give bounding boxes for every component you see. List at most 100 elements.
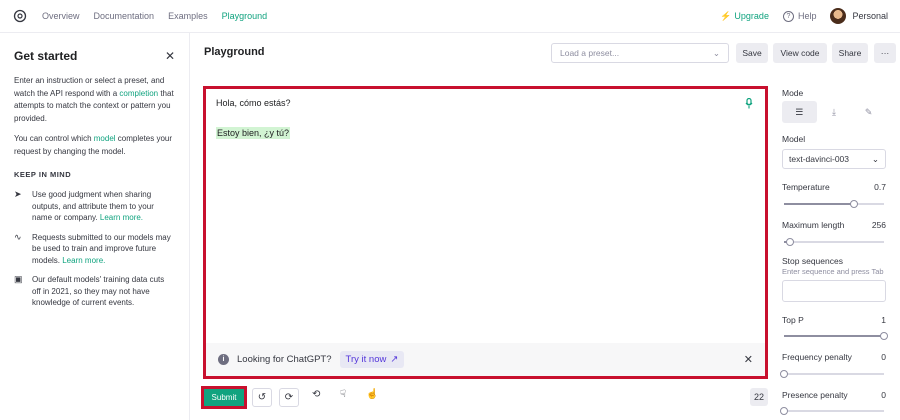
upgrade-label: Upgrade bbox=[734, 11, 769, 21]
slider-thumb[interactable] bbox=[780, 370, 788, 378]
slider-fill bbox=[784, 335, 884, 337]
frequency-penalty-row: Frequency penalty 0 bbox=[782, 352, 886, 362]
edit-mode-icon: ✎ bbox=[864, 106, 873, 117]
top-nav: Overview Documentation Examples Playgrou… bbox=[0, 0, 900, 33]
banner-text: Looking for ChatGPT? bbox=[237, 354, 332, 365]
completion-text[interactable]: Estoy bien, ¿y tú? bbox=[216, 127, 291, 139]
edit-mode-button[interactable]: ✎ bbox=[851, 101, 886, 123]
send-icon: ➤ bbox=[14, 189, 22, 199]
page-title: Playground bbox=[204, 46, 265, 58]
frequency-penalty-slider[interactable] bbox=[780, 370, 884, 378]
mode-toggle: ☰ ⤓ ✎ bbox=[782, 101, 886, 123]
completion-link[interactable]: completion bbox=[119, 89, 158, 98]
thumbs-up-icon[interactable]: ☝ bbox=[366, 389, 378, 400]
top-p-label: Top P bbox=[782, 315, 804, 325]
temperature-row: Temperature 0.7 bbox=[782, 182, 886, 192]
submit-button[interactable]: Submit bbox=[204, 389, 244, 406]
refresh-icon: ⟳ bbox=[284, 392, 294, 403]
tip-cutoff: ▣ Our default models' training data cuts… bbox=[14, 274, 165, 307]
microphone-icon[interactable] bbox=[745, 97, 753, 112]
top-p-row: Top P 1 bbox=[782, 315, 886, 325]
slider-thumb[interactable] bbox=[850, 200, 858, 208]
try-it-now-link[interactable]: Try it now ↗ bbox=[339, 351, 405, 368]
learn-more-link[interactable]: Learn more. bbox=[100, 213, 143, 222]
preset-placeholder: Load a preset... bbox=[560, 48, 620, 58]
external-link-icon: ↗ bbox=[390, 354, 399, 365]
keep-in-mind-heading: KEEP IN MIND bbox=[14, 170, 72, 179]
nav-overview[interactable]: Overview bbox=[42, 11, 80, 21]
prompt-text[interactable]: Hola, cómo estás? bbox=[216, 98, 291, 108]
help-link[interactable]: ? Help bbox=[782, 10, 817, 22]
max-length-row: Maximum length 256 bbox=[782, 220, 886, 230]
save-button[interactable]: Save bbox=[736, 43, 768, 63]
slider-fill bbox=[784, 203, 854, 205]
preset-select[interactable]: Load a preset... ⌄ bbox=[551, 43, 729, 63]
temperature-label: Temperature bbox=[782, 182, 830, 192]
slider-thumb[interactable] bbox=[786, 238, 794, 246]
account-name[interactable]: Personal bbox=[852, 11, 888, 21]
thumbs-down-icon[interactable]: ☟ bbox=[340, 389, 346, 400]
chevron-down-icon: ⌄ bbox=[871, 153, 879, 164]
complete-mode-icon: ☰ bbox=[795, 106, 804, 117]
intro-text: Enter an instruction or select a preset,… bbox=[14, 76, 174, 123]
temperature-value[interactable]: 0.7 bbox=[874, 182, 886, 192]
undo-button[interactable]: ↺ bbox=[252, 388, 272, 407]
help-label: Help bbox=[797, 11, 817, 21]
sidebar-title: Get started bbox=[14, 49, 78, 63]
presence-penalty-value[interactable]: 0 bbox=[881, 390, 886, 400]
stop-sequences-hint: Enter sequence and press Tab bbox=[782, 267, 884, 276]
prompt-editor[interactable]: Hola, cómo estás? Estoy bien, ¿y tú? i L… bbox=[203, 86, 768, 379]
activity-icon: ∿ bbox=[14, 231, 22, 242]
max-length-value[interactable]: 256 bbox=[872, 220, 886, 230]
openai-logo-icon[interactable] bbox=[12, 8, 28, 24]
learn-more-link[interactable]: Learn more. bbox=[62, 256, 105, 265]
avatar[interactable] bbox=[830, 8, 847, 24]
view-code-button[interactable]: View code bbox=[773, 43, 827, 63]
top-p-value[interactable]: 1 bbox=[881, 315, 886, 325]
presence-penalty-slider[interactable] bbox=[780, 407, 884, 415]
insert-mode-button[interactable]: ⤓ bbox=[817, 101, 852, 123]
nav-examples[interactable]: Examples bbox=[168, 11, 208, 21]
regenerate-button[interactable]: ⟳ bbox=[279, 388, 299, 407]
close-icon[interactable]: ✕ bbox=[165, 49, 175, 63]
complete-mode-button[interactable]: ☰ bbox=[782, 101, 817, 123]
model-text: You can control which model completes yo… bbox=[14, 134, 173, 156]
share-button[interactable]: Share bbox=[832, 43, 868, 63]
token-count: 22 bbox=[750, 388, 768, 406]
slider-thumb[interactable] bbox=[880, 332, 888, 340]
nav-documentation[interactable]: Documentation bbox=[94, 11, 155, 21]
top-p-slider[interactable] bbox=[784, 332, 888, 340]
model-value: text-davinci-003 bbox=[789, 154, 850, 164]
question-icon: ? bbox=[782, 10, 794, 22]
presence-penalty-row: Presence penalty 0 bbox=[782, 390, 886, 400]
stop-sequences-label: Stop sequences bbox=[782, 256, 843, 266]
frequency-penalty-value[interactable]: 0 bbox=[881, 352, 886, 362]
undo-icon: ↺ bbox=[257, 392, 267, 403]
upgrade-link[interactable]: ⚡ Upgrade bbox=[720, 11, 769, 22]
max-length-label: Maximum length bbox=[782, 220, 845, 230]
slider-thumb[interactable] bbox=[780, 407, 788, 415]
get-started-sidebar: Get started ✕ Enter an instruction or se… bbox=[0, 33, 190, 420]
temperature-slider[interactable] bbox=[784, 200, 884, 208]
max-length-slider[interactable] bbox=[784, 238, 884, 246]
insert-mode-icon: ⤓ bbox=[832, 106, 836, 117]
calendar-icon: ▣ bbox=[14, 274, 23, 284]
frequency-penalty-label: Frequency penalty bbox=[782, 352, 852, 362]
model-label: Model bbox=[782, 134, 806, 144]
tip-training: ∿ Requests submitted to our models may b… bbox=[14, 231, 171, 265]
presence-penalty-label: Presence penalty bbox=[782, 390, 848, 400]
chatgpt-banner: i Looking for ChatGPT? Try it now ↗ ✕ bbox=[206, 343, 765, 376]
model-link[interactable]: model bbox=[94, 134, 116, 143]
chevron-down-icon: ⌄ bbox=[712, 47, 720, 58]
model-select[interactable]: text-davinci-003 ⌄ bbox=[782, 149, 886, 169]
nav-playground[interactable]: Playground bbox=[222, 11, 268, 21]
close-icon[interactable]: ✕ bbox=[744, 353, 753, 366]
submit-highlight: Submit bbox=[201, 386, 247, 409]
tip-sharing: ➤ Use good judgment when sharing outputs… bbox=[14, 189, 154, 222]
info-icon: i bbox=[218, 354, 229, 365]
mode-label: Mode bbox=[782, 88, 804, 98]
history-icon[interactable]: ⟲ bbox=[312, 389, 320, 400]
more-options-button[interactable]: ··· bbox=[874, 43, 896, 63]
stop-sequences-input[interactable] bbox=[782, 280, 886, 302]
lightning-icon: ⚡ bbox=[720, 10, 732, 21]
